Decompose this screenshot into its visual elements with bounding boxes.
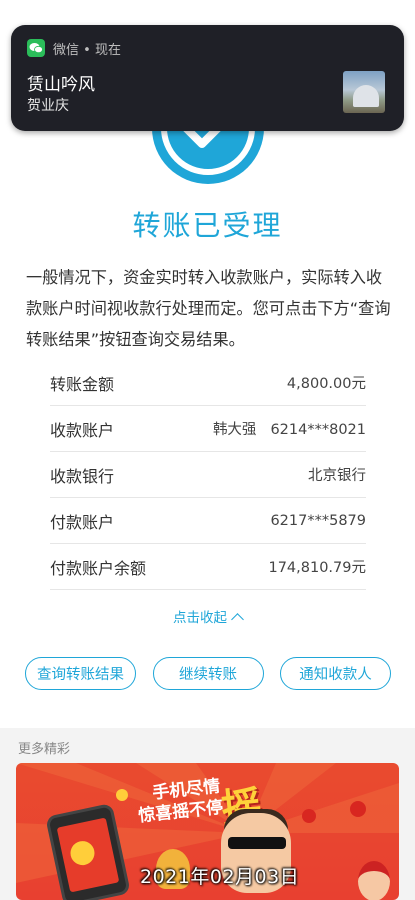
transfer-result-screen: 转账已受理 一般情况下，资金实时转入收款账户，实际转入收款账户时间视收款行处理而…: [0, 0, 415, 900]
wechat-icon: [27, 39, 45, 57]
date-watermark: 2021年02月03日: [140, 866, 300, 888]
notification-banner[interactable]: 微信 • 现在 赁山吟风 贺业庆: [11, 25, 404, 131]
notification-app-name: 微信: [53, 43, 80, 58]
transfer-details: 转账金额 4,800.00元 收款账户 韩大强 6214***8021 收款银行 …: [50, 360, 366, 590]
detail-label: 转账金额: [50, 374, 115, 394]
detail-value: 174,810.79元: [268, 560, 366, 576]
payee-name: 韩大强: [212, 422, 257, 438]
chevron-up-icon: [231, 613, 244, 626]
detail-row-payee-account: 收款账户 韩大强 6214***8021: [50, 406, 366, 452]
status-description: 一般情况下，资金实时转入收款账户，实际转入收款账户时间视收款行处理而定。您可点击…: [26, 268, 391, 349]
detail-row-payee-bank: 收款银行 北京银行: [50, 452, 366, 498]
notification-title: 赁山吟风: [27, 75, 95, 95]
detail-row-payer-balance: 付款账户余额 174,810.79元: [50, 544, 366, 590]
detail-label: 收款账户: [50, 420, 115, 440]
sunglasses-icon: [228, 837, 286, 849]
detail-label: 付款账户余额: [50, 558, 147, 578]
collapse-label: 点击收起: [173, 610, 227, 626]
detail-row-payer-account: 付款账户 6217***5879: [50, 498, 366, 544]
red-envelope-icon: [302, 809, 316, 823]
notification-separator: •: [83, 43, 91, 58]
notification-thumbnail: [343, 71, 385, 113]
coin-decoration: [116, 789, 128, 801]
payee-account-number: 6214***8021: [270, 422, 366, 438]
detail-row-amount: 转账金额 4,800.00元: [50, 360, 366, 406]
detail-value: 韩大强 6214***8021: [213, 418, 366, 439]
detail-value: 6217***5879: [270, 512, 366, 529]
notify-payee-button[interactable]: 通知收款人: [280, 657, 391, 690]
notification-time: 现在: [94, 43, 121, 58]
notification-app-line: 微信 • 现在: [53, 39, 121, 58]
girl-illustration: [358, 861, 390, 900]
red-envelope-icon: [350, 801, 366, 817]
query-result-button[interactable]: 查询转账结果: [25, 657, 136, 690]
detail-label: 收款银行: [50, 466, 115, 486]
detail-label: 付款账户: [50, 512, 115, 532]
detail-value: 4,800.00元: [286, 376, 366, 392]
building-dome-image: [353, 85, 379, 107]
detail-value: 北京银行: [308, 468, 366, 484]
collapse-details-toggle[interactable]: 点击收起: [0, 606, 415, 626]
status-title: 转账已受理: [132, 209, 283, 242]
more-section-title: 更多精彩: [18, 742, 71, 757]
notification-body: 贺业庆: [27, 98, 69, 114]
action-buttons: 查询转账结果 继续转账 通知收款人: [25, 657, 391, 690]
continue-transfer-button[interactable]: 继续转账: [152, 657, 264, 690]
